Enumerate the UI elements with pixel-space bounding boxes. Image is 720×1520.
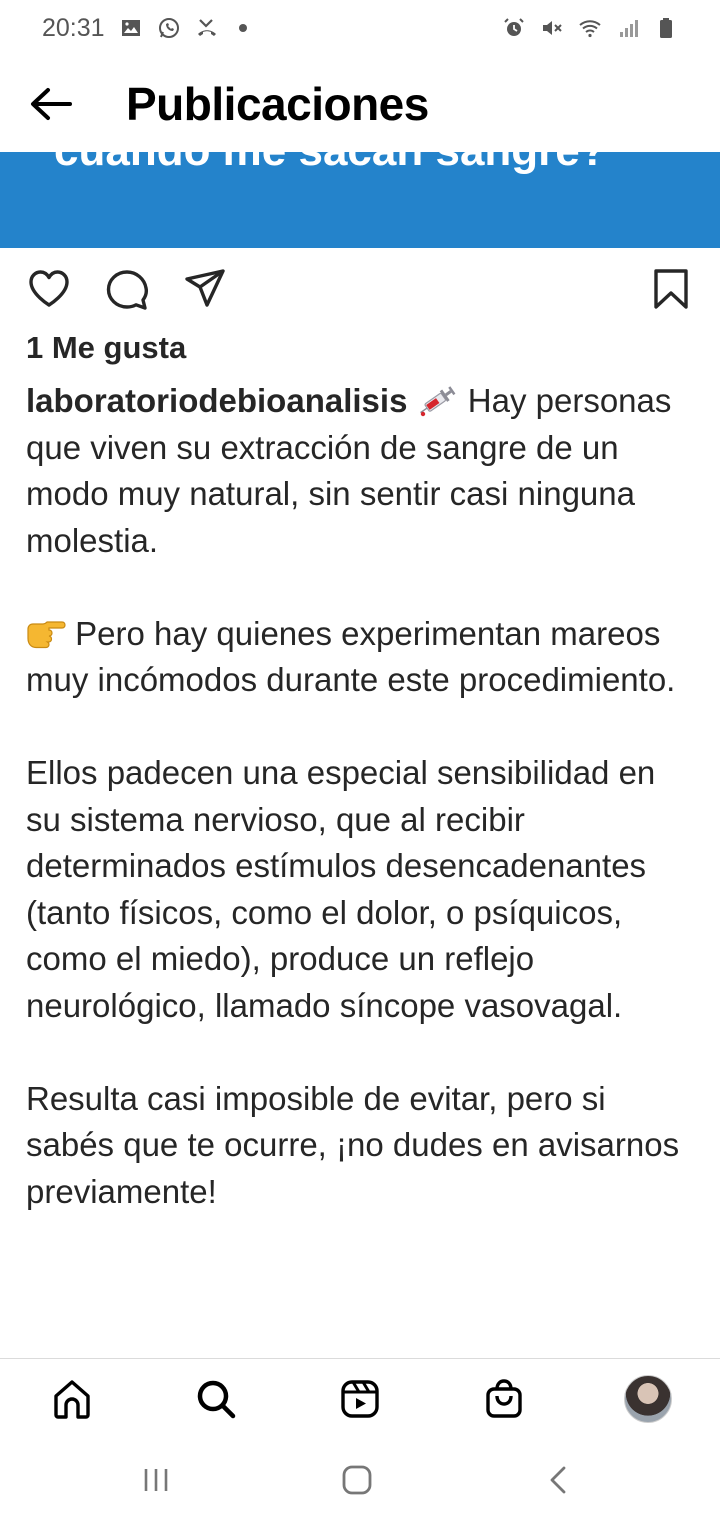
reels-icon [341, 1380, 379, 1418]
screen: 20:31 Publicaciones 1 Me gusta laborator… [0, 0, 720, 1520]
comment-icon [106, 270, 149, 310]
nav-search[interactable] [190, 1373, 242, 1425]
image-icon [121, 20, 140, 36]
recents-icon [144, 1469, 168, 1491]
action-row [0, 256, 720, 322]
caption-paragraph: Resulta casi imposible de evitar, pero s… [26, 1076, 694, 1216]
save-button[interactable] [648, 266, 694, 312]
home-icon [342, 1465, 372, 1495]
nav-profile[interactable] [622, 1373, 674, 1425]
comment-button[interactable] [104, 266, 150, 312]
status-time: 20:31 [42, 13, 105, 42]
caption-paragraph: laboratoriodebioanalisis Hay personas qu… [26, 378, 694, 564]
nav-shop[interactable] [478, 1373, 530, 1425]
back-arrow-icon [31, 88, 72, 120]
page-title: Publicaciones [126, 78, 429, 130]
caption-text-4: Resulta casi imposible de evitar, pero s… [26, 1079, 680, 1210]
caption-text-2: Pero hay quienes experimentan mareos muy… [26, 614, 676, 699]
bottom-nav [0, 1358, 720, 1439]
share-icon [185, 269, 225, 307]
system-back-button[interactable] [538, 1462, 578, 1498]
system-nav [0, 1440, 720, 1520]
shop-icon [486, 1379, 522, 1418]
search-icon [197, 1380, 236, 1419]
nav-reels[interactable] [334, 1373, 386, 1425]
battery-icon [660, 18, 672, 38]
pointing-right-icon [27, 620, 66, 648]
status-bar: 20:31 [0, 0, 720, 56]
wifi-icon [579, 20, 601, 38]
like-button[interactable] [26, 266, 72, 312]
syringe-icon [419, 386, 456, 417]
media-text: cuando me sacan sangre? [54, 152, 607, 176]
missed-call-icon [197, 19, 216, 36]
whatsapp-icon [158, 18, 179, 38]
post-caption: laboratoriodebioanalisis Hay personas qu… [26, 378, 694, 1262]
nav-home[interactable] [46, 1373, 98, 1425]
recents-button[interactable] [136, 1462, 176, 1498]
back-icon [550, 1466, 566, 1494]
header-bar: Publicaciones [0, 56, 720, 152]
heart-icon [29, 270, 69, 307]
signal-icon [620, 20, 638, 37]
post-media[interactable]: cuando me sacan sangre? [0, 152, 720, 248]
likes-count[interactable]: 1 Me gusta [26, 330, 186, 366]
back-button[interactable] [24, 78, 76, 130]
alarm-icon [504, 18, 524, 36]
profile-avatar [624, 1375, 672, 1423]
bookmark-icon [654, 269, 688, 309]
status-right [502, 16, 678, 40]
mute-icon [543, 21, 562, 35]
caption-paragraph: Pero hay quienes experimentan mareos muy… [26, 611, 694, 704]
notification-dot [238, 24, 247, 32]
share-button[interactable] [182, 266, 228, 312]
home-icon [54, 1380, 90, 1419]
caption-text-3: Ellos padecen una especial sensibilidad … [26, 754, 656, 1024]
caption-paragraph: Ellos padecen una especial sensibilidad … [26, 750, 694, 1029]
status-left: 20:31 [42, 14, 247, 43]
system-home-button[interactable] [337, 1462, 377, 1498]
caption-username[interactable]: laboratoriodebioanalisis [26, 382, 407, 419]
